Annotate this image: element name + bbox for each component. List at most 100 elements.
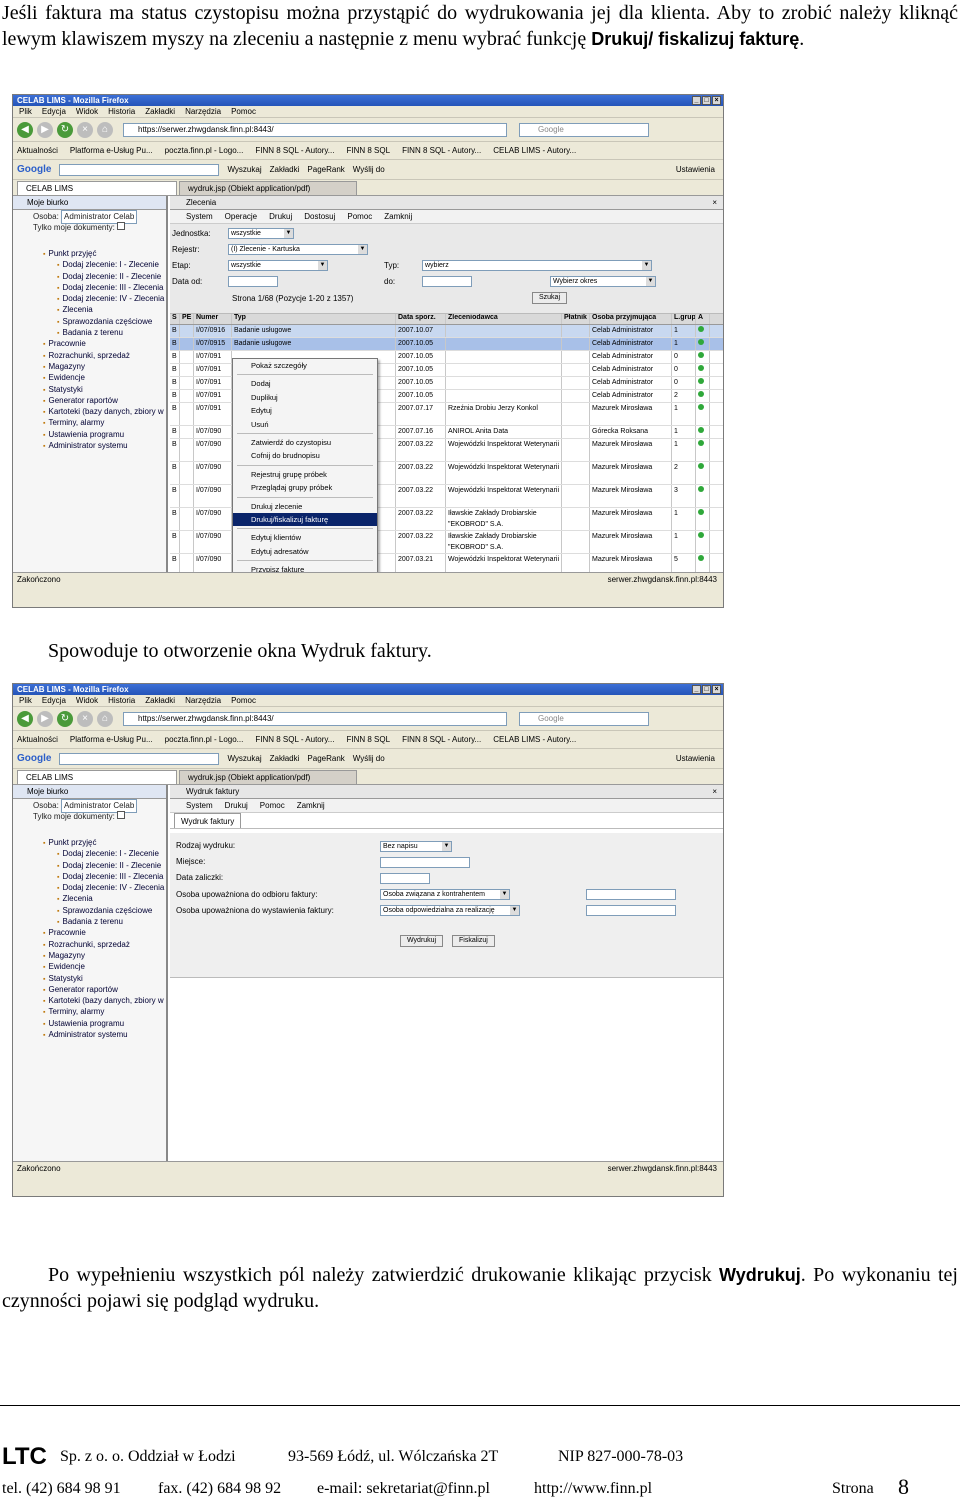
send-to-button[interactable]: Wyślij do [353,165,385,174]
column-header[interactable]: S [170,314,180,324]
back-icon[interactable]: ◀ [17,121,33,138]
sidebar-tree-item[interactable]: Punkt przyjęć [13,248,166,259]
back-icon[interactable]: ◀ [17,710,33,727]
sidebar-tree-item[interactable]: Ewidencje [13,372,166,383]
minimize-icon[interactable]: _ [692,96,701,105]
context-menu-item[interactable]: Pokaż szczegóły [233,359,377,372]
menu-item-widok[interactable]: Widok [76,695,98,706]
column-header[interactable]: PE [180,314,194,324]
sidebar-tree-item[interactable]: Statystyki [13,384,166,395]
context-menu-item[interactable]: Zatwierdź do czystopisu [233,436,377,449]
bookmark-item[interactable]: FINN 8 SQL [346,146,390,155]
context-menu-item[interactable]: Edytuj [233,404,377,417]
panel-menu-zamknij[interactable]: Zamknij [297,799,325,812]
bookmark-item[interactable]: poczta.finn.pl - Logo... [165,735,244,744]
bookmark-item[interactable]: CELAB LIMS - Autory... [493,146,576,155]
fiskalizuj-button[interactable]: Fiskalizuj [452,935,495,947]
tab-celab[interactable]: CELAB LIMS [17,181,177,195]
close-icon[interactable]: × [712,196,717,210]
sidebar-tree-item[interactable]: Generator raportów [13,395,166,406]
sidebar-tree-item[interactable]: Magazyny [13,950,166,961]
maximize-icon[interactable]: □ [702,685,711,694]
menu-item-historia[interactable]: Historia [108,695,135,706]
panel-menu-drukuj[interactable]: Drukuj [269,210,292,223]
sidebar-tree-item[interactable]: Dodaj zlecenie: III - Zlecenia [13,282,166,293]
wystawienie-name-input[interactable] [586,905,676,916]
menu-item-edycja[interactable]: Edycja [42,695,66,706]
column-header[interactable]: L.grup [672,314,696,324]
bookmark-item[interactable]: Aktualności [17,735,58,744]
tab-wydruk-pdf[interactable]: wydruk.jsp (Obiekt application/pdf) [179,181,357,195]
sidebar-tree-item[interactable]: Sprawozdania częściowe [13,316,166,327]
menu-item-pomoc[interactable]: Pomoc [231,695,256,706]
rejestr-select[interactable]: (I) Zlecenie - Kartuska [228,244,368,255]
sidebar-tree-item[interactable]: Ustawienia programu [13,429,166,440]
sidebar-tree-item[interactable]: Dodaj zlecenie: II - Zlecenie [13,860,166,871]
sidebar-tree-item[interactable]: Punkt przyjęć [13,837,166,848]
google-search-input[interactable] [59,163,220,176]
bookmark-item[interactable]: FINN 8 SQL - Autory... [402,735,481,744]
okres-select[interactable]: Wybierz okres [550,276,656,287]
odbior-name-input[interactable] [586,889,676,900]
only-mine-checkbox[interactable] [117,222,126,230]
google-bookmarks-button[interactable]: Zakładki [270,754,300,763]
column-header[interactable]: Zleceniodawca [446,314,562,324]
search-input[interactable]: Google [519,711,649,726]
sidebar-tree-item[interactable]: Dodaj zlecenie: II - Zlecenie [13,271,166,282]
tab-celab[interactable]: CELAB LIMS [17,770,177,784]
sidebar-tree-item[interactable]: Generator raportów [13,984,166,995]
sidebar-tree-item[interactable]: Dodaj zlecenie: I - Zlecenie [13,848,166,859]
sidebar-tree-item[interactable]: Zlecenia [13,304,166,315]
panel-menu-operacje[interactable]: Operacje [225,210,257,223]
panel-menu-pomoc[interactable]: Pomoc [347,210,372,223]
stop-icon[interactable]: × [77,121,93,138]
sidebar-tree-item[interactable]: Badania z terenu [13,327,166,338]
panel-menu-pomoc[interactable]: Pomoc [260,799,285,812]
typ-select[interactable]: wybierz [422,260,652,271]
stop-icon[interactable]: × [77,710,93,727]
menu-item-pomoc[interactable]: Pomoc [231,106,256,117]
bookmark-item[interactable]: poczta.finn.pl - Logo... [165,146,244,155]
wystawienie-select[interactable]: Osoba odpowiedzialna za realizację [380,905,520,916]
column-header[interactable]: Data sporz. [396,314,446,324]
wydrukuj-button[interactable]: Wydrukuj [400,935,444,947]
sidebar-tree-item[interactable]: Dodaj zlecenie: I - Zlecenie [13,259,166,270]
menu-item-edycja[interactable]: Edycja [42,106,66,117]
forward-icon[interactable]: ▶ [37,121,53,138]
home-icon[interactable]: ⌂ [97,710,113,727]
close-icon[interactable]: × [712,96,721,105]
bookmark-item[interactable]: FINN 8 SQL - Autory... [255,146,334,155]
sidebar-tree-item[interactable]: Administrator systemu [13,1029,166,1040]
context-menu-item[interactable]: Edytuj klientów [233,531,377,544]
only-mine-checkbox[interactable] [117,811,126,819]
reload-icon[interactable]: ↻ [57,710,73,727]
close-icon[interactable]: × [712,785,717,799]
sidebar-tree-item[interactable]: Statystyki [13,973,166,984]
panel-menu-drukuj[interactable]: Drukuj [225,799,248,812]
sidebar-tree-item[interactable]: Ewidencje [13,961,166,972]
bookmark-item[interactable]: Platforma e-Usług Pu... [70,735,153,744]
bookmark-item[interactable]: FINN 8 SQL - Autory... [402,146,481,155]
minimize-icon[interactable]: _ [692,685,701,694]
sidebar-tree-item[interactable]: Kartoteki (bazy danych, zbiory w [13,406,166,417]
sidebar-tree-item[interactable]: Rozrachunki, sprzedaż [13,350,166,361]
google-bookmarks-button[interactable]: Zakładki [270,165,300,174]
context-menu-item[interactable]: Duplikuj [233,391,377,404]
sidebar-tree-item[interactable]: Terminy, alarmy [13,1006,166,1017]
menu-item-plik[interactable]: Plik [19,695,32,706]
sidebar-tree-item[interactable]: Pracownie [13,338,166,349]
url-input[interactable]: https://serwer.zhwgdansk.finn.pl:8443/ [123,711,507,726]
panel-menu-system[interactable]: System [186,799,213,812]
sidebar-tree-item[interactable]: Kartoteki (bazy danych, zbiory w [13,995,166,1006]
menu-item-plik[interactable]: Plik [19,106,32,117]
data-od-input[interactable] [228,276,278,287]
send-to-button[interactable]: Wyślij do [353,754,385,763]
menu-item-widok[interactable]: Widok [76,106,98,117]
maximize-icon[interactable]: □ [702,96,711,105]
bookmark-item[interactable]: FINN 8 SQL [346,735,390,744]
context-menu-item[interactable]: Edytuj adresatów [233,545,377,558]
sidebar-tree-item[interactable]: Pracownie [13,927,166,938]
context-menu-item[interactable]: Dodaj [233,377,377,390]
etap-select[interactable]: wszystkie [228,260,328,271]
context-menu-item[interactable]: Rejestruj grupę próbek [233,468,377,481]
